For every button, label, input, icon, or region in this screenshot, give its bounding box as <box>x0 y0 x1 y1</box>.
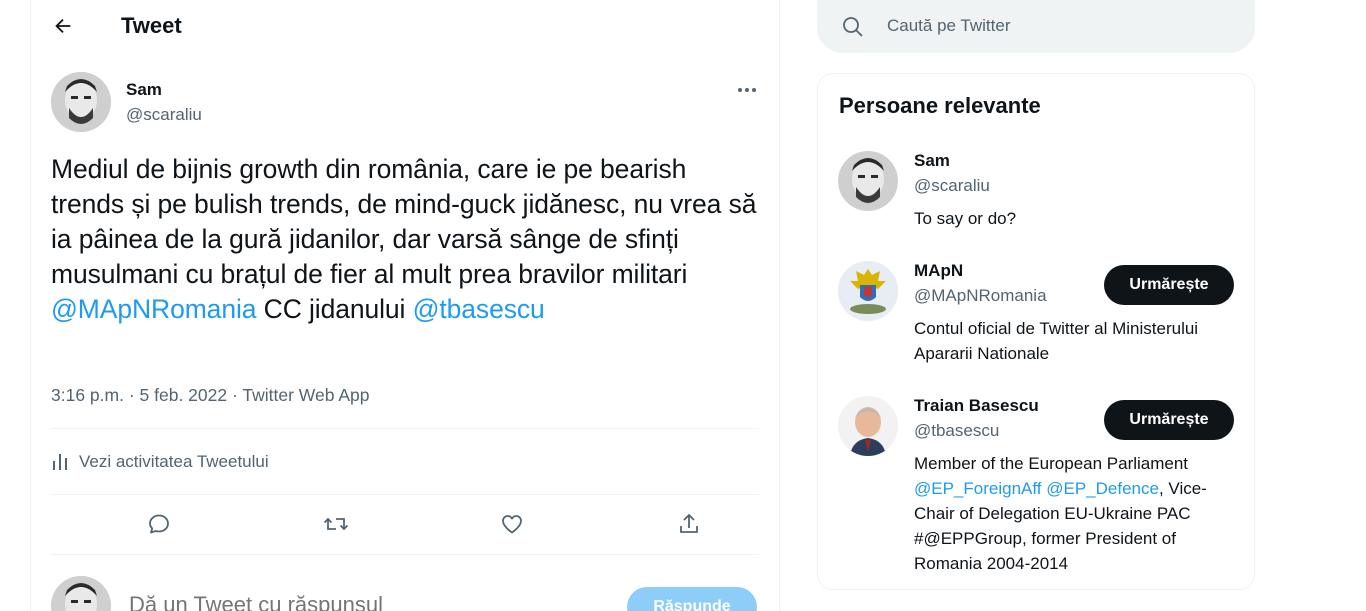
more-horizontal-icon <box>738 88 756 92</box>
arrow-left-icon <box>55 18 71 34</box>
tweet-header: Tweet <box>31 0 779 52</box>
person-avatar[interactable] <box>838 261 898 321</box>
retweet-button[interactable] <box>318 506 354 542</box>
analytics-icon <box>51 453 69 471</box>
tweet-activity-label: Vezi activitatea Tweetului <box>79 452 269 471</box>
tweet-date[interactable]: 5 feb. 2022 <box>140 385 228 405</box>
meta-separator: · <box>227 385 243 405</box>
tweet-meta: 3:16 p.m. · 5 feb. 2022 · Twitter Web Ap… <box>51 384 369 406</box>
share-button[interactable] <box>671 506 707 542</box>
meta-separator: · <box>123 385 140 405</box>
person-avatar[interactable] <box>838 151 898 211</box>
divider <box>51 554 759 555</box>
person-bio: Contul oficial de Twitter al Ministerulu… <box>914 319 1199 363</box>
tweet-text-part: Mediul de bijnis growth din românia, car… <box>51 154 757 289</box>
tweet-activity-link[interactable]: Vezi activitatea Tweetului <box>51 450 269 474</box>
bio-mention-link[interactable]: @EP_Defence <box>1046 479 1159 498</box>
search-icon <box>843 17 863 37</box>
tweet-text-part: CC jidanului <box>256 294 413 324</box>
back-button[interactable] <box>45 8 81 44</box>
follow-button[interactable]: Urmărește <box>1104 400 1234 440</box>
divider <box>51 494 759 495</box>
mention-link[interactable]: @tbasescu <box>413 294 545 324</box>
person-handle[interactable]: @scaraliu <box>914 176 990 196</box>
reply-button[interactable] <box>141 506 177 542</box>
share-icon <box>680 513 698 533</box>
user-avatar[interactable] <box>51 576 111 611</box>
retweet-icon <box>323 517 349 531</box>
search-input[interactable] <box>887 14 1227 38</box>
tweet-source[interactable]: Twitter Web App <box>242 385 369 405</box>
like-button[interactable] <box>494 506 530 542</box>
author-avatar[interactable] <box>51 72 111 132</box>
page-title: Tweet <box>121 13 182 38</box>
reply-icon <box>149 514 169 534</box>
main-column: Tweet Sam @scaraliu Mediul de bijnis gro… <box>30 0 780 611</box>
divider <box>51 428 759 429</box>
person-handle[interactable]: @tbasescu <box>914 421 999 441</box>
person-bio: Member of the European Parliament @EP_Fo… <box>914 451 1226 576</box>
relevant-people-panel: Persoane relevante Sam @scaraliu To say … <box>817 73 1255 590</box>
author-handle[interactable]: @scaraliu <box>126 105 202 125</box>
person-name[interactable]: MApN <box>914 261 963 281</box>
tweet-text: Mediul de bijnis growth din românia, car… <box>51 152 761 327</box>
reply-input[interactable] <box>129 592 589 611</box>
mention-link[interactable]: @MApNRomania <box>51 294 256 324</box>
tweet-actions <box>51 500 759 548</box>
search-bar[interactable] <box>817 0 1255 53</box>
person-handle[interactable]: @MApNRomania <box>914 286 1047 306</box>
person-avatar[interactable] <box>838 396 898 456</box>
bio-mention-link[interactable]: @EP_ForeignAff <box>914 479 1042 498</box>
heart-icon <box>502 515 522 534</box>
author-name[interactable]: Sam <box>126 80 162 100</box>
follow-button[interactable]: Urmărește <box>1104 265 1234 305</box>
person-bio: To say or do? <box>914 209 1017 228</box>
coat-of-arms-icon <box>838 261 898 321</box>
panel-title: Persoane relevante <box>839 93 1041 118</box>
more-options-button[interactable] <box>731 78 763 102</box>
reply-submit-button[interactable]: Răspunde <box>627 587 757 611</box>
tweet-time[interactable]: 3:16 p.m. <box>51 385 124 405</box>
person-name[interactable]: Traian Basescu <box>914 396 1039 416</box>
bio-text: Member of the European Parliament <box>914 454 1189 473</box>
person-name[interactable]: Sam <box>914 151 950 171</box>
